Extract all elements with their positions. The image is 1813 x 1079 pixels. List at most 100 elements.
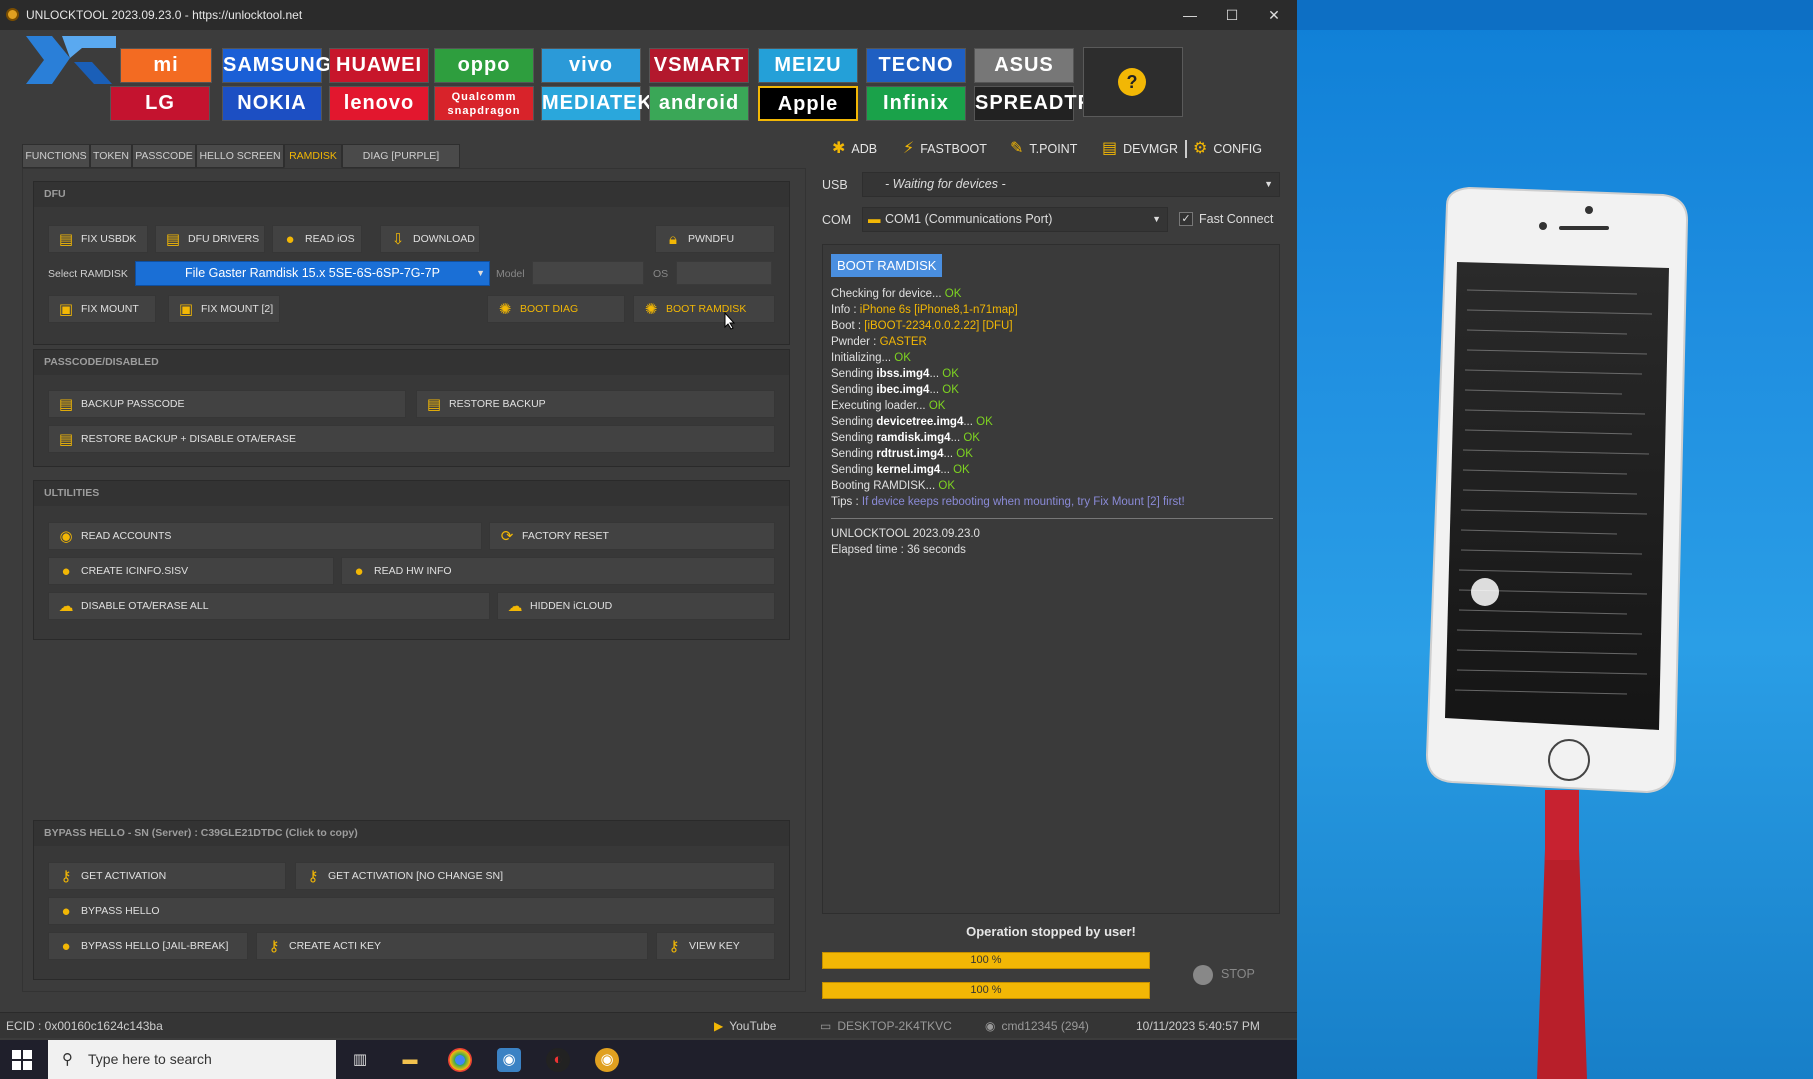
chrome-icon[interactable]	[448, 1048, 472, 1072]
brand-lenovo[interactable]: lenovo	[329, 86, 429, 121]
pwndfu-button[interactable]: 🔒︎ PWNDFU	[655, 225, 775, 253]
task-view-icon[interactable]: ▥	[348, 1048, 372, 1072]
hidden-icloud-button[interactable]: ☁ HIDDEN iCLOUD	[497, 592, 775, 620]
ramdisk-select[interactable]: File Gaster Ramdisk 15.x 5SE-6S-6SP-7G-7…	[135, 261, 490, 286]
tpoint-button[interactable]: ✎ T.POINT	[1010, 136, 1077, 162]
tab-ramdisk[interactable]: RAMDISK	[284, 144, 342, 168]
brand-android[interactable]: android	[649, 86, 749, 121]
brand-nokia[interactable]: NOKIA	[222, 86, 322, 121]
adb-button[interactable]: ✱ ADB	[832, 136, 877, 162]
toolbar-divider	[1185, 140, 1187, 158]
boot-ramdisk-button[interactable]: ✺ BOOT RAMDISK	[633, 295, 775, 323]
os-field[interactable]	[676, 261, 772, 285]
read-ios-button[interactable]: ● READ iOS	[272, 225, 362, 253]
download-button[interactable]: ⇩ DOWNLOAD	[380, 225, 480, 253]
brand-qualcomm-snapdragon[interactable]: Qualcomm snapdragon	[434, 86, 534, 121]
create-acti-key-button[interactable]: ⚷ CREATE ACTI KEY	[256, 932, 648, 960]
usb-icon: ▤	[58, 231, 74, 248]
get-activation-no-change-sn-button[interactable]: ⚷ GET ACTIVATION [NO CHANGE SN]	[295, 862, 775, 890]
tab-hello-screen[interactable]: HELLO SCREEN	[196, 144, 284, 168]
app-icon-red[interactable]: ◐	[546, 1048, 570, 1072]
restore-backup-button[interactable]: ▤ RESTORE BACKUP	[416, 390, 775, 418]
com-port-select[interactable]: ▬ COM1 (Communications Port) ▼	[862, 207, 1168, 232]
backup-icon: ▤	[58, 396, 74, 413]
help-button[interactable]: ?	[1083, 47, 1183, 117]
xr-logo	[26, 36, 116, 84]
devmgr-button[interactable]: ▤ DEVMGR	[1102, 136, 1178, 162]
get-activation-button[interactable]: ⚷ GET ACTIVATION	[48, 862, 286, 890]
boot-icon: ✺	[498, 301, 512, 318]
model-field[interactable]	[532, 261, 644, 285]
chevron-down-icon: ▼	[1152, 214, 1161, 224]
restore-backup-disable-ota-button[interactable]: ▤ RESTORE BACKUP + DISABLE OTA/ERASE	[48, 425, 775, 453]
fix-usbdk-button[interactable]: ▤ FIX USBDK	[48, 225, 148, 253]
brand-mediatek[interactable]: MEDIATEK	[541, 86, 652, 121]
brand-oppo[interactable]: oppo	[434, 48, 534, 83]
maximize-button[interactable]: ☐	[1210, 0, 1254, 30]
brand-huawei[interactable]: HUAWEI	[329, 48, 429, 83]
phone-photo	[1297, 0, 1813, 1079]
factory-reset-button[interactable]: ⟳ FACTORY RESET	[489, 522, 775, 550]
brand-vsmart[interactable]: VSMART	[649, 48, 749, 83]
restore-icon: ▤	[58, 431, 74, 448]
brand-mi[interactable]: mi	[120, 48, 212, 83]
log-console: BOOT RAMDISK Checking for device... OK In…	[822, 244, 1280, 914]
progress-bar-2: 100 %	[822, 982, 1150, 999]
read-hw-info-button[interactable]: ● READ HW INFO	[341, 557, 775, 585]
create-icinfo-button[interactable]: ● CREATE ICINFO.SISV	[48, 557, 334, 585]
com-port-value: COM1 (Communications Port)	[885, 212, 1053, 226]
log-line-value: OK	[894, 352, 911, 364]
model-label: Model	[496, 268, 525, 280]
log-line-text: ...	[950, 432, 964, 444]
youtube-link[interactable]: ▶ YouTube	[714, 1013, 776, 1039]
usb-device-select[interactable]: - Waiting for devices - ▼	[862, 172, 1280, 197]
boot-diag-button[interactable]: ✺ BOOT DIAG	[487, 295, 625, 323]
brand-spreadtrum[interactable]: SPREADTRUM	[974, 86, 1125, 121]
bypass-section-title[interactable]: BYPASS HELLO - SN (Server) : C39GLE21DTD…	[34, 821, 789, 846]
brand-lg[interactable]: LG	[110, 86, 210, 121]
log-line-value: OK	[976, 416, 993, 428]
apple-icon: ●	[354, 563, 364, 580]
brand-samsung[interactable]: SAMSUNG	[222, 48, 331, 83]
bypass-hello-jailbreak-button[interactable]: ● BYPASS HELLO [JAIL-BREAK]	[48, 932, 248, 960]
read-accounts-button[interactable]: ◉ READ ACCOUNTS	[48, 522, 482, 550]
brand-meizu[interactable]: MEIZU	[758, 48, 858, 83]
disable-ota-erase-all-button[interactable]: ☁ DISABLE OTA/ERASE ALL	[48, 592, 490, 620]
log-line-file: devicetree.img4	[876, 416, 964, 428]
tab-passcode[interactable]: PASSCODE	[132, 144, 196, 168]
tab-token[interactable]: TOKEN	[90, 144, 132, 168]
user-info: ◉ cmd12345 (294)	[985, 1019, 1089, 1033]
fast-connect-checkbox[interactable]: ✓	[1179, 212, 1193, 226]
brand-tecno[interactable]: TECNO	[866, 48, 966, 83]
usb-device-value: - Waiting for devices -	[885, 177, 1006, 191]
unlocktool-taskbar-icon[interactable]: ◉	[595, 1048, 619, 1072]
brand-infinix[interactable]: Infinix	[866, 86, 966, 121]
fix-mount-2-button[interactable]: ▣ FIX MOUNT [2]	[168, 295, 280, 323]
remote-app-icon[interactable]: ◉	[497, 1048, 521, 1072]
fastboot-button[interactable]: ⚡︎ FASTBOOT	[903, 136, 987, 162]
log-line-value: [iBOOT-2234.0.0.2.22] [DFU]	[864, 320, 1013, 332]
search-placeholder: Type here to search	[88, 1051, 212, 1067]
stop-button[interactable]: STOP	[1183, 960, 1275, 988]
apple-icon: ●	[61, 903, 71, 920]
backup-passcode-button[interactable]: ▤ BACKUP PASSCODE	[48, 390, 406, 418]
brand-vivo[interactable]: vivo	[541, 48, 641, 83]
bypass-hello-button[interactable]: ● BYPASS HELLO	[48, 897, 775, 925]
dfu-drivers-button[interactable]: ▤ DFU DRIVERS	[155, 225, 265, 253]
tab-diag-purple[interactable]: DIAG [PURPLE]	[342, 144, 460, 168]
log-line: Sending ibec.img4... OK	[831, 384, 959, 396]
tab-functions[interactable]: FUNCTIONS	[22, 144, 90, 168]
log-line-file: ibec.img4	[876, 384, 930, 396]
brand-apple[interactable]: Apple	[758, 86, 858, 121]
minimize-button[interactable]: —	[1168, 0, 1212, 30]
windows-start-icon[interactable]	[12, 1050, 32, 1070]
brand-asus[interactable]: ASUS	[974, 48, 1074, 83]
view-key-button[interactable]: ⚷ VIEW KEY	[656, 932, 775, 960]
log-line: Sending ramdisk.img4... OK	[831, 432, 980, 444]
ecid-text[interactable]: ECID : 0x00160c1624c143ba	[6, 1013, 163, 1039]
close-button[interactable]: ✕	[1252, 0, 1296, 30]
fix-mount-button[interactable]: ▣ FIX MOUNT	[48, 295, 156, 323]
taskbar-search-box[interactable]: ⚲ Type here to search	[48, 1040, 336, 1079]
config-button[interactable]: ⚙︎ CONFIG	[1193, 136, 1262, 162]
file-explorer-icon[interactable]: ▬	[398, 1048, 422, 1072]
